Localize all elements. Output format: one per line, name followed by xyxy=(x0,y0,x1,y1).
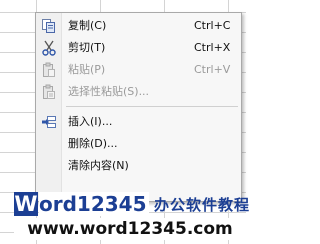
context-menu: 复制(C) Ctrl+C 剪切(T) Ctrl+X 粘贴(P) Ctrl+V 选… xyxy=(35,12,242,202)
menu-item-shortcut: Ctrl+V xyxy=(194,63,231,76)
cut-icon xyxy=(41,40,57,56)
watermark-url: www.word12345.com xyxy=(14,218,246,240)
paste-special-icon xyxy=(41,84,57,100)
watermark-logo-text: ord12345 xyxy=(39,192,149,216)
menu-separator xyxy=(66,106,238,107)
menu-item-label: 删除(D)... xyxy=(68,137,118,150)
insert-icon xyxy=(41,114,57,130)
menu-item-shortcut: Ctrl+C xyxy=(194,19,231,32)
watermark-logo-letter: W xyxy=(14,192,38,216)
menu-item-cut[interactable]: 剪切(T) Ctrl+X xyxy=(36,37,241,59)
menu-item-label: 插入(I)... xyxy=(68,115,113,128)
copy-icon xyxy=(41,18,57,34)
menu-item-paste[interactable]: 粘贴(P) Ctrl+V xyxy=(36,59,241,81)
menu-item-delete[interactable]: 删除(D)... xyxy=(36,133,241,155)
watermark-tagline: 办公软件教程 xyxy=(154,196,251,214)
menu-item-label: 清除内容(N) xyxy=(68,159,129,172)
menu-item-shortcut: Ctrl+X xyxy=(194,41,231,54)
menu-item-label: 剪切(T) xyxy=(68,41,106,54)
menu-item-insert[interactable]: 插入(I)... xyxy=(36,111,241,133)
menu-item-clear-contents[interactable]: 清除内容(N) xyxy=(36,155,241,177)
menu-item-label: 粘贴(P) xyxy=(68,63,106,76)
menu-item-label: 选择性粘贴(S)... xyxy=(68,85,150,98)
paste-icon xyxy=(41,62,57,78)
menu-item-label: 复制(C) xyxy=(68,19,107,32)
menu-item-copy[interactable]: 复制(C) Ctrl+C xyxy=(36,15,241,37)
menu-item-paste-special[interactable]: 选择性粘贴(S)... xyxy=(36,81,241,103)
watermark-logo: W ord12345 办公软件教程 xyxy=(14,190,249,218)
